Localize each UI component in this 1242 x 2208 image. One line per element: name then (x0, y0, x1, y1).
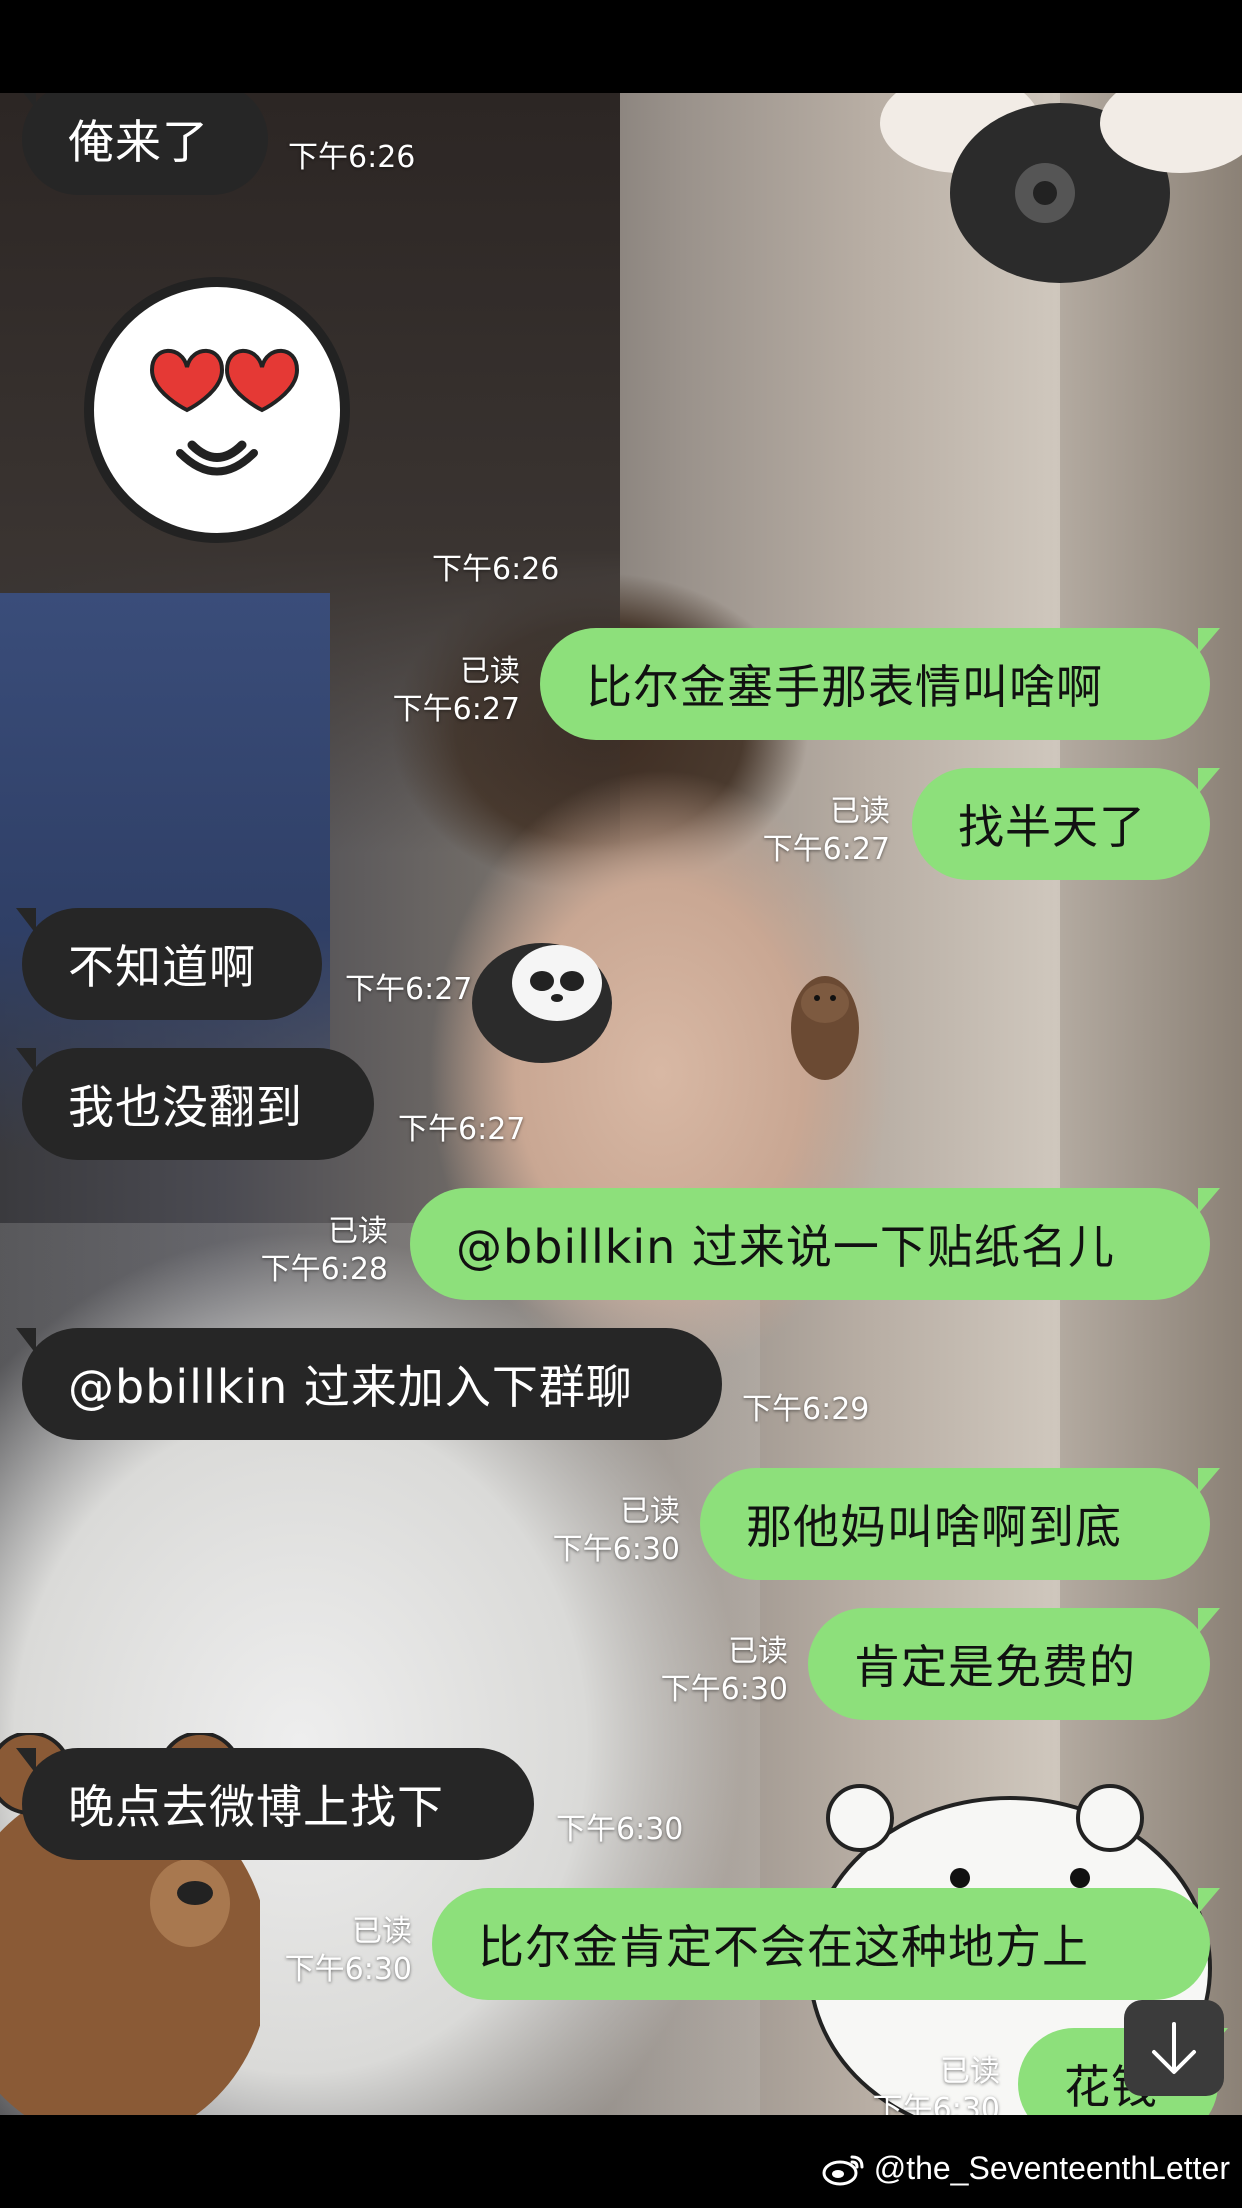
panda-face-sticker-icon (472, 943, 612, 1063)
message-time: 下午6:26 (432, 552, 560, 587)
read-status: 已读 (940, 2054, 1000, 2089)
watermark: @the_SeventeenthLetter (822, 2150, 1230, 2187)
outgoing-message-bubble[interactable]: 比尔金塞手那表情叫啥啊 (540, 628, 1220, 740)
panda-sticker-icon (880, 93, 1242, 283)
message-text: @bbillkin 过来加入下群聊 (68, 1360, 633, 1414)
message-meta: 下午6:26 (432, 551, 559, 589)
message-meta: 下午6:26 (288, 139, 415, 177)
message-time: 下午6:30 (552, 1532, 680, 1567)
heart-eyes-smiley-icon[interactable] (82, 275, 352, 545)
message-text: 那他妈叫啥啊到底 (746, 1500, 1122, 1554)
incoming-message-bubble[interactable]: @bbillkin 过来加入下群聊 (16, 1328, 722, 1440)
message-text: 找半天了 (958, 800, 1146, 854)
read-status: 已读 (830, 794, 890, 829)
message-text: 我也没翻到 (68, 1080, 303, 1134)
message-time: 下午6:27 (392, 692, 520, 727)
message-time: 下午6:30 (872, 2092, 1000, 2115)
read-status: 已读 (352, 1914, 412, 1949)
message-meta: 下午6:29 (742, 1391, 869, 1429)
read-status: 已读 (460, 654, 520, 689)
message-meta: 已读 下午6:28 (228, 1213, 388, 1289)
outgoing-message-bubble[interactable]: 找半天了 (912, 768, 1220, 880)
message-meta: 已读 下午6:27 (360, 653, 520, 729)
message-text: 不知道啊 (68, 940, 256, 994)
outgoing-message-bubble[interactable]: 肯定是免费的 (808, 1608, 1220, 1720)
message-meta: 已读 下午6:30 (252, 1913, 412, 1989)
message-time: 下午6:30 (660, 1672, 788, 1707)
outgoing-message-bubble[interactable]: @bbillkin 过来说一下贴纸名儿 (410, 1188, 1220, 1300)
outgoing-message-bubble[interactable]: 比尔金肯定不会在这种地方上 (432, 1888, 1220, 2000)
read-status: 已读 (728, 1634, 788, 1669)
incoming-message-bubble[interactable]: 我也没翻到 (16, 1048, 374, 1160)
message-meta: 已读 下午6:30 (840, 2053, 1000, 2115)
message-time: 下午6:27 (345, 972, 473, 1007)
message-meta: 下午6:27 (345, 971, 472, 1009)
message-meta: 已读 下午6:30 (520, 1493, 680, 1569)
message-meta: 已读 下午6:30 (628, 1633, 788, 1709)
message-time: 下午6:28 (260, 1252, 388, 1287)
arrow-down-icon (1152, 2022, 1196, 2074)
read-status: 已读 (328, 1214, 388, 1249)
message-text: @bbillkin 过来说一下贴纸名儿 (456, 1220, 1115, 1274)
message-time: 下午6:27 (398, 1112, 526, 1147)
incoming-message-bubble[interactable]: 俺来了 (16, 93, 268, 195)
message-text: 肯定是免费的 (854, 1640, 1136, 1694)
message-meta: 下午6:30 (556, 1811, 683, 1849)
message-meta: 已读 下午6:27 (730, 793, 890, 869)
weibo-logo-icon (822, 2155, 864, 2185)
grizzly-face-sticker-icon (791, 976, 859, 1080)
scroll-to-bottom-button[interactable] (1124, 2000, 1224, 2096)
message-meta: 下午6:27 (398, 1111, 525, 1149)
watermark-text: @the_SeventeenthLetter (873, 2150, 1230, 2186)
outgoing-message-bubble[interactable]: 那他妈叫啥啊到底 (700, 1468, 1220, 1580)
top-black-bar (0, 0, 1242, 93)
message-time: 下午6:26 (288, 140, 416, 175)
read-status: 已读 (620, 1494, 680, 1529)
incoming-message-bubble[interactable]: 不知道啊 (16, 908, 322, 1020)
message-text: 比尔金肯定不会在这种地方上 (478, 1920, 1089, 1974)
message-time: 下午6:29 (742, 1392, 870, 1427)
message-time: 下午6:30 (284, 1952, 412, 1987)
message-time: 下午6:27 (762, 832, 890, 867)
message-text: 俺来了 (68, 115, 209, 169)
chat-screen[interactable]: 俺来了 下午6:26 下午6:26 已读 下午6:27 比尔金塞手那表情叫啥啊 … (0, 93, 1242, 2115)
incoming-message-bubble[interactable]: 晚点去微博上找下 (16, 1748, 534, 1860)
message-text: 比尔金塞手那表情叫啥啊 (586, 660, 1103, 714)
message-time: 下午6:30 (556, 1812, 684, 1847)
message-text: 晚点去微博上找下 (68, 1780, 444, 1834)
